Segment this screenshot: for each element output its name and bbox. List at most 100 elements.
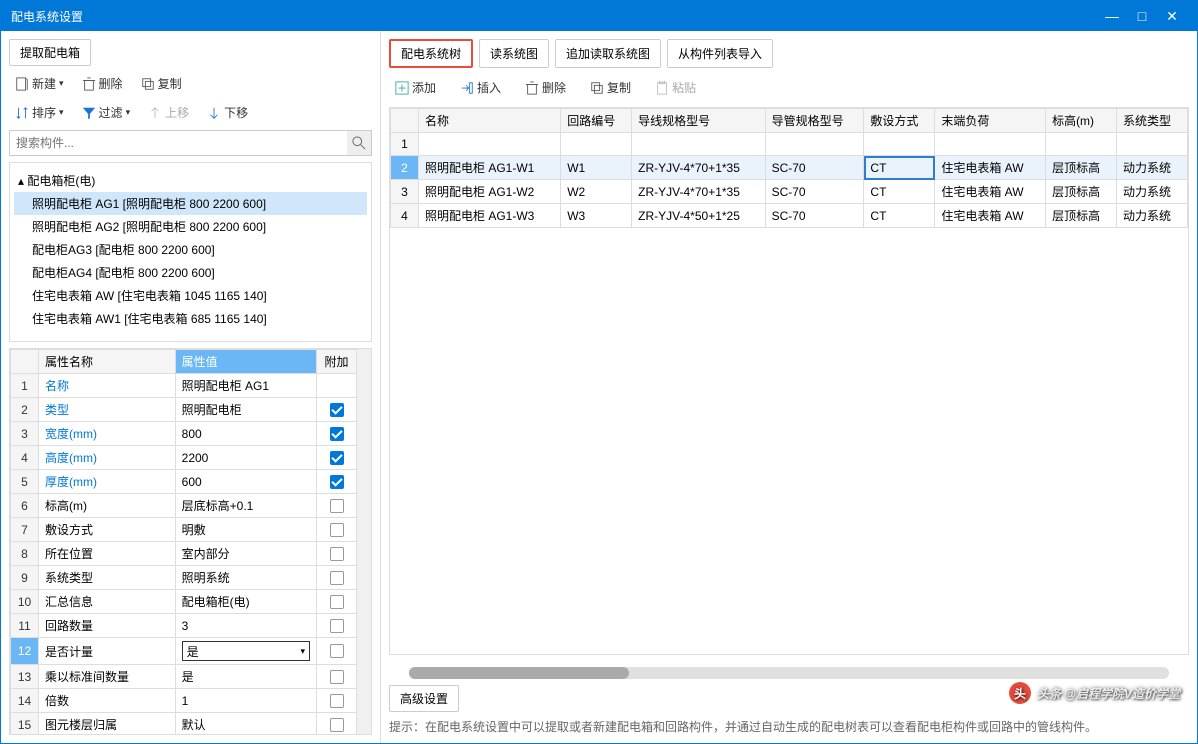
grid-cell[interactable]: 住宅电表箱 AW [935,204,1046,228]
prop-attach[interactable] [317,614,357,638]
tab-1[interactable]: 读系统图 [479,39,549,68]
grid-col[interactable]: 名称 [419,109,561,133]
close-button[interactable]: ✕ [1157,8,1187,25]
grid-cell[interactable]: 动力系统 [1117,204,1188,228]
grid-cell[interactable] [935,133,1046,156]
prop-name[interactable]: 厚度(mm) [39,470,176,494]
prop-attach[interactable] [317,518,357,542]
prop-attach[interactable] [317,665,357,689]
grid-cell[interactable]: SC-70 [765,180,864,204]
grid-cell[interactable]: ZR-YJV-4*50+1*25 [632,204,765,228]
grid-cell[interactable] [864,133,935,156]
grid-col[interactable]: 导线规格型号 [632,109,765,133]
extract-button[interactable]: 提取配电箱 [9,39,91,66]
prop-value[interactable]: 默认 [175,713,316,735]
prop-attach[interactable] [317,398,357,422]
prop-value[interactable]: 800 [175,422,316,446]
grid-col[interactable]: 导管规格型号 [765,109,864,133]
tree-node[interactable]: 照明配电柜 AG2 [照明配电柜 800 2200 600] [14,215,367,238]
insert-button[interactable]: 插入 [454,76,507,99]
grid-cell[interactable]: SC-70 [765,204,864,228]
prop-name[interactable]: 标高(m) [39,494,176,518]
prop-attach[interactable] [317,638,357,665]
grid-cell[interactable] [561,133,632,156]
checkbox[interactable] [330,670,344,684]
checkbox[interactable] [330,718,344,732]
prop-value[interactable]: 明敷 [175,518,316,542]
checkbox[interactable] [330,571,344,585]
prop-name[interactable]: 是否计量 [39,638,176,665]
grid-row[interactable]: 4照明配电柜 AG1-W3W3ZR-YJV-4*50+1*25SC-70CT住宅… [391,204,1188,228]
prop-value[interactable]: 2200 [175,446,316,470]
delete-row-button[interactable]: 删除 [519,76,572,99]
grid-cell[interactable]: SC-70 [765,156,864,180]
prop-value[interactable]: 照明配电柜 [175,398,316,422]
grid-col[interactable] [391,109,419,133]
checkbox[interactable] [330,619,344,633]
prop-value[interactable]: 配电箱柜(电) [175,590,316,614]
prop-value[interactable]: 照明系统 [175,566,316,590]
prop-attach[interactable] [317,689,357,713]
search-input[interactable] [10,132,347,154]
prop-attach[interactable] [317,422,357,446]
prop-name[interactable]: 高度(mm) [39,446,176,470]
prop-attach[interactable] [317,590,357,614]
prop-value[interactable]: 层底标高+0.1 [175,494,316,518]
grid-cell[interactable]: 层顶标高 [1046,204,1117,228]
property-table[interactable]: 属性名称 属性值 附加 1名称照明配电柜 AG12类型照明配电柜3宽度(mm)8… [10,349,357,734]
grid-row[interactable]: 1 [391,133,1188,156]
component-tree[interactable]: ▴ 配电箱柜(电) 照明配电柜 AG1 [照明配电柜 800 2200 600]… [9,162,372,342]
delete-button[interactable]: 删除 [76,72,129,95]
prop-name[interactable]: 敷设方式 [39,518,176,542]
grid-cell[interactable]: 动力系统 [1117,156,1188,180]
prop-value[interactable]: 3 [175,614,316,638]
maximize-button[interactable]: □ [1127,8,1157,24]
grid-cell[interactable]: 动力系统 [1117,180,1188,204]
grid-cell[interactable]: 层顶标高 [1046,180,1117,204]
tab-2[interactable]: 追加读取系统图 [555,39,661,68]
prop-name[interactable]: 名称 [39,374,176,398]
circuit-grid[interactable]: 名称回路编号导线规格型号导管规格型号敷设方式末端负荷标高(m)系统类型 12照明… [390,108,1188,228]
prop-attach[interactable] [317,494,357,518]
grid-col[interactable]: 标高(m) [1046,109,1117,133]
grid-cell[interactable] [419,133,561,156]
tab-0[interactable]: 配电系统树 [389,39,473,68]
tab-3[interactable]: 从构件列表导入 [667,39,773,68]
grid-cell[interactable]: 照明配电柜 AG1-W2 [419,180,561,204]
prop-name[interactable]: 图元楼层归属 [39,713,176,735]
grid-cell[interactable]: W2 [561,180,632,204]
grid-cell[interactable]: W3 [561,204,632,228]
checkbox[interactable] [330,523,344,537]
checkbox[interactable] [330,451,344,465]
prop-attach[interactable] [317,374,357,398]
grid-cell[interactable] [1117,133,1188,156]
grid-cell[interactable] [632,133,765,156]
grid-cell[interactable]: 照明配电柜 AG1-W3 [419,204,561,228]
prop-attach[interactable] [317,566,357,590]
scroll-thumb[interactable] [409,667,629,679]
prop-value[interactable]: 室内部分 [175,542,316,566]
prop-value[interactable]: 照明配电柜 AG1 [175,374,316,398]
prop-name[interactable]: 回路数量 [39,614,176,638]
checkbox[interactable] [330,694,344,708]
prop-attach[interactable] [317,470,357,494]
advanced-button[interactable]: 高级设置 [389,685,459,712]
grid-hscrollbar[interactable] [409,667,1169,679]
prop-value[interactable]: 是 [175,665,316,689]
grid-col[interactable]: 回路编号 [561,109,632,133]
checkbox[interactable] [330,475,344,489]
checkbox[interactable] [330,499,344,513]
copy-button[interactable]: 复制 [135,72,188,95]
grid-cell[interactable]: CT [864,204,935,228]
grid-cell[interactable]: 照明配电柜 AG1-W1 [419,156,561,180]
grid-col[interactable]: 系统类型 [1117,109,1188,133]
minimize-button[interactable]: ― [1097,8,1127,24]
grid-col[interactable]: 末端负荷 [935,109,1046,133]
prop-attach[interactable] [317,446,357,470]
grid-cell[interactable]: 住宅电表箱 AW [935,180,1046,204]
col-value[interactable]: 属性值 [175,350,316,374]
grid-col[interactable]: 敷设方式 [864,109,935,133]
prop-value[interactable]: 是▾ [175,638,316,665]
prop-value[interactable]: 1 [175,689,316,713]
prop-name[interactable]: 所在位置 [39,542,176,566]
